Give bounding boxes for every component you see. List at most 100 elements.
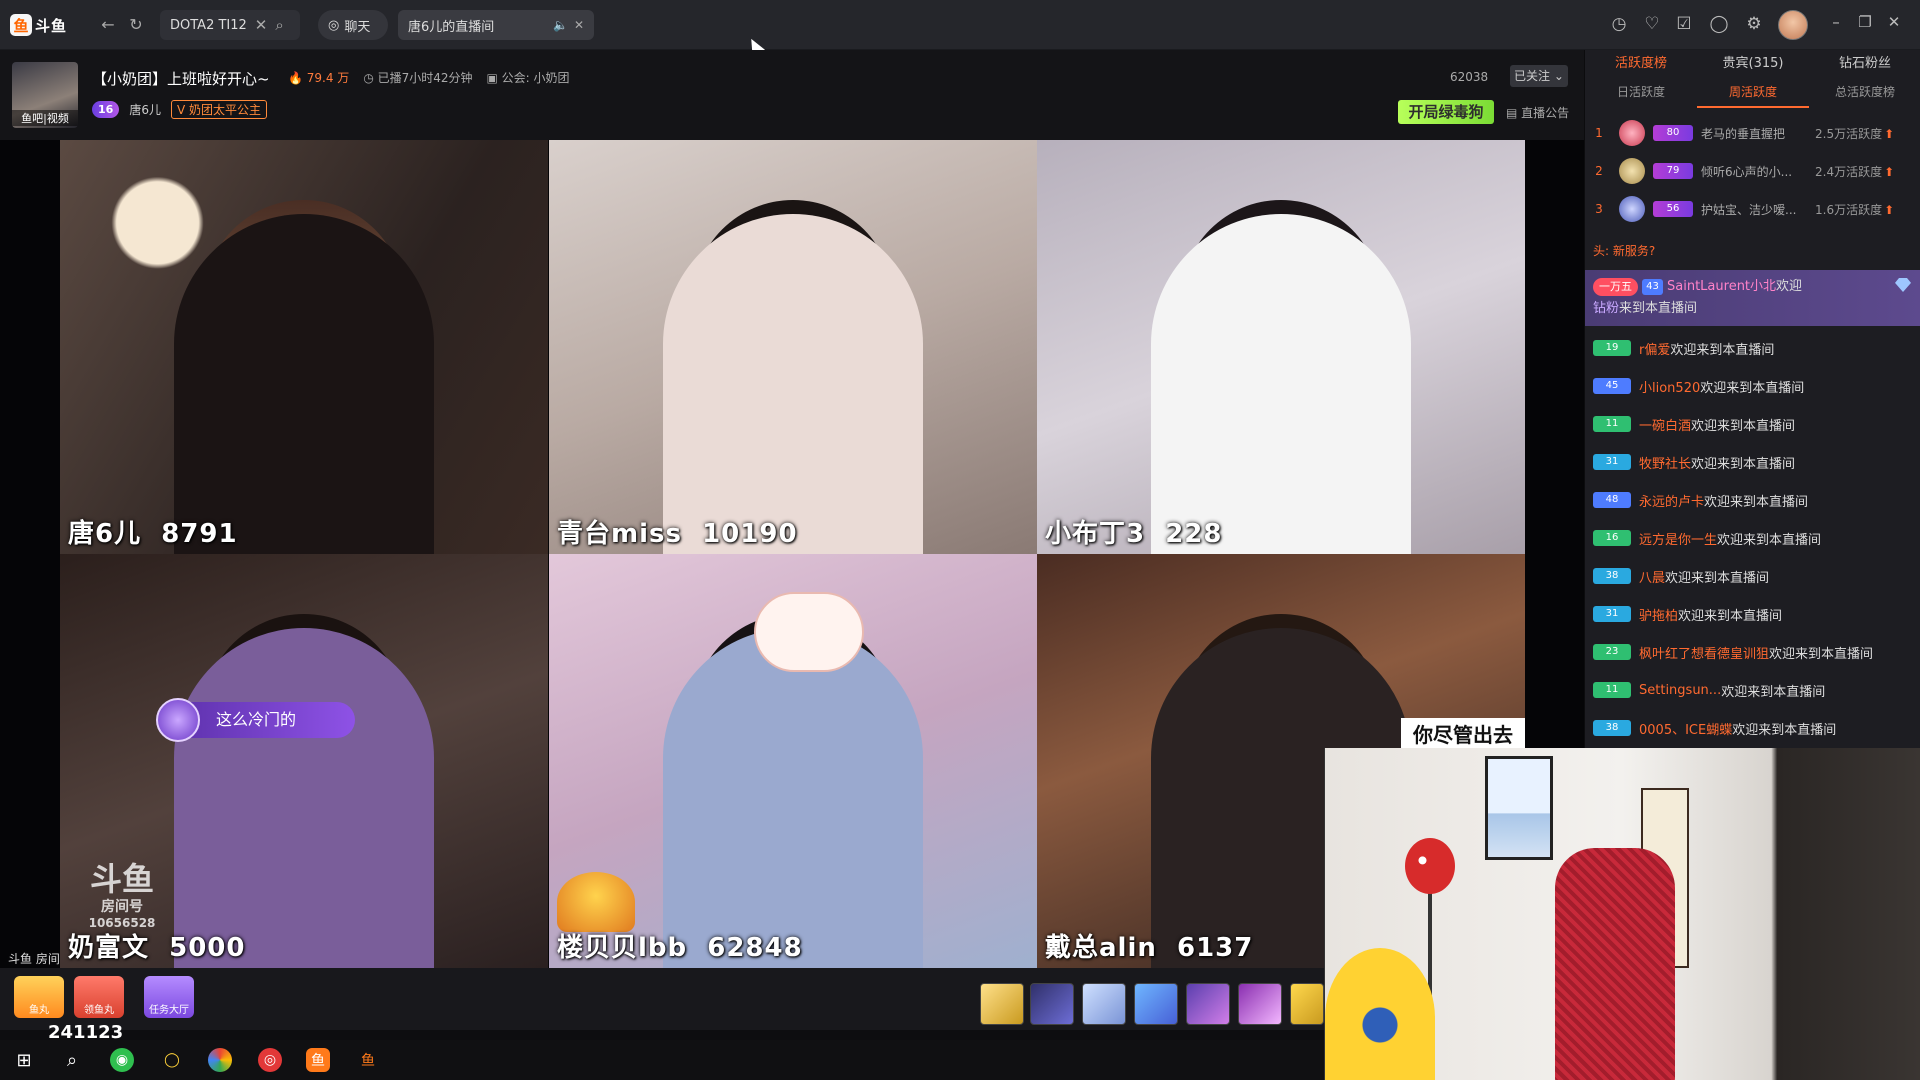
room-stats: 🔥 79.4 万 ◷ 已播7小时42分钟 ▣ 公会: 小奶团 [288, 69, 570, 86]
message-icon[interactable]: ◯ [1708, 13, 1730, 35]
chat-username[interactable]: 0005、ICE蝴蝶 [1639, 719, 1732, 738]
gift-rocket-icon[interactable] [1030, 983, 1074, 1025]
speaker-icon[interactable]: 🔈 [553, 18, 568, 32]
fish-icon: 鱼 [10, 14, 32, 36]
douyu-app-icon[interactable]: 鱼 [306, 1048, 330, 1072]
app-green-icon[interactable]: ◉ [110, 1048, 134, 1072]
stream-cell[interactable]: 楼贝贝lbb 62848 [549, 554, 1037, 968]
tab-diamond-fans[interactable]: 钻石粉丝 [1809, 50, 1920, 78]
anchor-level-badge: 16 [92, 101, 120, 118]
gift-ship-icon[interactable] [1186, 983, 1230, 1025]
tab-dota2-search[interactable]: DOTA2 TI12 ✕ ⌕ [160, 10, 300, 40]
gift-jet-icon[interactable] [1082, 983, 1126, 1025]
tab-label: 唐6儿的直播间 [408, 19, 495, 35]
announcement-button[interactable]: ▤ 直播公告 [1506, 104, 1569, 121]
subtab-weekly[interactable]: 周活跃度 [1697, 78, 1809, 108]
rank-row[interactable]: 3 56 护姑宝、洁少嗳... 1.6万活跃度 ⬆ [1585, 190, 1920, 228]
gift-trophy-icon[interactable] [1238, 983, 1282, 1025]
guild-label[interactable]: ▣ 公会: 小奶团 [487, 69, 570, 86]
user-avatar[interactable] [1778, 10, 1808, 40]
chrome-icon[interactable] [208, 1048, 232, 1072]
chat-username[interactable]: 一碗白酒 [1639, 415, 1691, 434]
stream-name: 楼贝贝lbb 62848 [557, 933, 803, 963]
stream-cell[interactable]: 青台miss 10190 [549, 140, 1037, 554]
chat-username[interactable]: 永远的卢卡 [1639, 491, 1704, 510]
search-icon[interactable]: ⌕ [275, 16, 283, 34]
welcome-message: 31 驴拖柏 欢迎来到本直播间 [1593, 604, 1782, 624]
tab-chat[interactable]: ◎ 聊天 [318, 10, 388, 40]
stream-name: 戴总alin 6137 [1045, 933, 1254, 963]
back-icon[interactable]: ← [98, 14, 118, 34]
follow-button[interactable]: 已关注 ⌄ [1510, 65, 1568, 87]
watermark-room-number: 10656528 [88, 916, 156, 930]
fishball-button[interactable]: 鱼丸 [14, 976, 64, 1018]
event-banner[interactable]: 开局绿毒狗 [1398, 100, 1494, 124]
welcome-text: 欢迎来到本直播间 [1704, 494, 1809, 510]
welcome-text: 欢迎来到本直播间 [1691, 418, 1796, 434]
tab-vip[interactable]: 贵宾(315) [1697, 50, 1809, 78]
stream-name: 小布丁3 228 [1045, 519, 1223, 549]
restore-icon[interactable]: ❐ [1855, 13, 1875, 31]
rank-avatar [1619, 158, 1645, 184]
subtab-daily[interactable]: 日活跃度 [1585, 78, 1697, 108]
heart-icon[interactable]: ♡ [1641, 13, 1663, 35]
side-panel: 活跃度榜 贵宾(315) 钻石粉丝 日活跃度 周活跃度 总活跃度榜 1 80 老… [1584, 50, 1920, 748]
tab-live-room[interactable]: 唐6儿的直播间 🔈 ✕ [398, 10, 594, 40]
anchor-name[interactable]: 唐6儿 [129, 101, 161, 118]
welcome-message: 23 枫叶红了想看德皇训狙 欢迎来到本直播间 [1593, 642, 1873, 662]
tab-activity-rank[interactable]: 活跃度榜 [1585, 50, 1697, 78]
rank-value: 2.4万活跃度 ⬆ [1815, 164, 1895, 179]
calendar-check-icon[interactable]: ☑ [1673, 13, 1695, 35]
netease-music-icon[interactable]: ◎ [258, 1048, 282, 1072]
refresh-icon[interactable]: ↻ [126, 14, 146, 34]
side-tabs: 活跃度榜 贵宾(315) 钻石粉丝 [1585, 50, 1920, 78]
arrow-up-icon: ⬆ [1884, 126, 1895, 141]
vip-username[interactable]: SaintLaurent小北 [1667, 279, 1776, 294]
windows-start-icon[interactable]: ⊞ [12, 1048, 36, 1072]
avatar-ring-icon [156, 698, 200, 742]
douyu-app-alt-icon[interactable]: 鱼 [356, 1048, 380, 1072]
avatar-caption[interactable]: 鱼吧|视频 [12, 110, 78, 126]
follow-count: 62038 [1450, 70, 1489, 84]
stream-cell[interactable]: 唐6儿 8791 [60, 140, 548, 554]
chat-username[interactable]: 八晨 [1639, 567, 1665, 586]
anchor-avatar[interactable]: 鱼吧|视频 [12, 62, 78, 128]
subtab-total[interactable]: 总活跃度榜 [1809, 78, 1920, 108]
rank-row[interactable]: 1 80 老马的垂直握把 2.5万活跃度 ⬆ [1585, 114, 1920, 152]
room-title: 【小奶团】上班啦好开心~ [92, 70, 270, 88]
chat-username[interactable]: r偏爱 [1639, 339, 1670, 358]
room-watermark: 斗鱼 房间号 10656528 [82, 862, 162, 930]
close-icon[interactable]: ✕ [574, 18, 584, 32]
task-hall-button[interactable]: 任务大厅 [144, 976, 194, 1018]
gear-icon[interactable]: ⚙ [1743, 13, 1765, 35]
chat-username[interactable]: Settingsun... [1639, 683, 1721, 698]
rank-number: 2 [1595, 164, 1603, 178]
rank-number: 3 [1595, 202, 1603, 216]
welcome-text: 欢迎来到本直播间 [1769, 646, 1874, 662]
douyu-logo[interactable]: 鱼 斗鱼 [10, 11, 74, 39]
anchor-info-row: 16 唐6儿 V 奶团太平公主 [92, 100, 267, 119]
user-level-badge: 31 [1593, 606, 1631, 622]
window-close-icon[interactable]: ✕ [1884, 13, 1904, 31]
gift-plane-icon[interactable] [980, 983, 1024, 1025]
rocket-toy [1325, 948, 1435, 1080]
fan-club-badge[interactable]: V 奶团太平公主 [170, 100, 267, 119]
minimize-icon[interactable]: – [1826, 13, 1846, 31]
history-icon[interactable]: ◷ [1608, 13, 1630, 35]
gift-card-icon[interactable] [1134, 983, 1178, 1025]
stream-cell[interactable]: 小布丁3 228 [1037, 140, 1525, 554]
chat-username[interactable]: 牧野社长 [1639, 453, 1691, 472]
chat-username[interactable]: 小lion520 [1639, 377, 1700, 396]
rank-row[interactable]: 2 79 倾听6心声的小... 2.4万活跃度 ⬆ [1585, 152, 1920, 190]
chat-username[interactable]: 远方是你一生 [1639, 529, 1717, 548]
gift-gold-icon[interactable] [1290, 983, 1324, 1025]
close-icon[interactable]: ✕ [255, 16, 268, 34]
chat-username[interactable]: 枫叶红了想看德皇训狙 [1639, 643, 1769, 662]
welcome-message: 38 0005、ICE蝴蝶 欢迎来到本直播间 [1593, 718, 1836, 738]
app-ring-icon[interactable]: ◯ [160, 1048, 184, 1072]
chat-username[interactable]: 驴拖柏 [1639, 605, 1678, 624]
claim-fishball-button[interactable]: 领鱼丸 [74, 976, 124, 1018]
search-icon[interactable]: ⌕ [60, 1048, 84, 1072]
user-level-badge: 45 [1593, 378, 1631, 394]
user-level-badge: 11 [1593, 416, 1631, 432]
